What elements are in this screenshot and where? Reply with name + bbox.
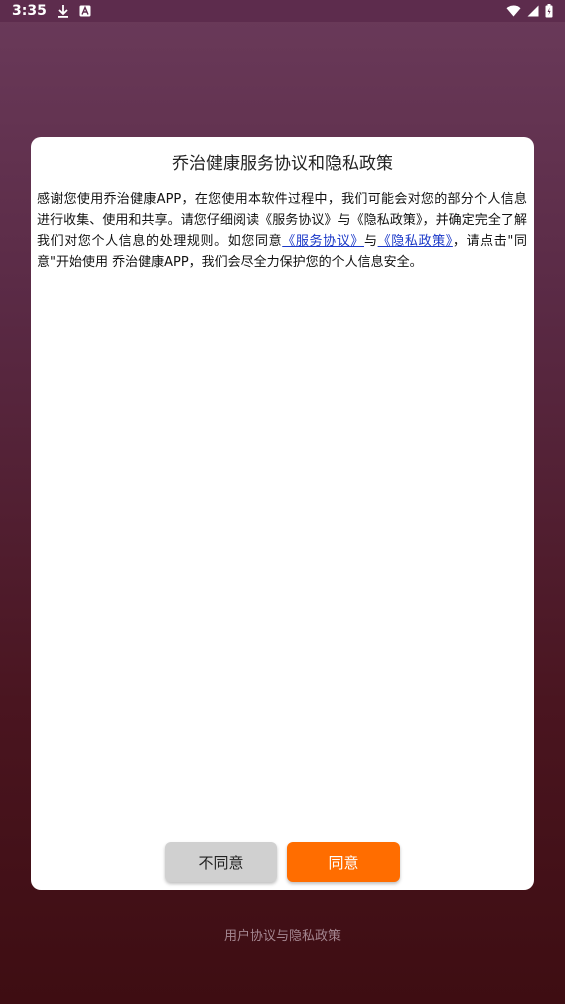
signal-icon xyxy=(527,5,539,17)
status-left: 3:35 xyxy=(12,3,91,19)
dialog-body-text: 感谢您使用乔治健康APP，在您使用本软件过程中，我们可能会对您的部分个人信息进行… xyxy=(37,189,527,273)
privacy-policy-link[interactable]: 《隐私政策》 xyxy=(378,234,453,249)
status-bar: 3:35 xyxy=(0,0,565,22)
a-badge-icon xyxy=(79,5,91,17)
service-agreement-link[interactable]: 《服务协议》 xyxy=(282,234,364,249)
agreement-dialog: 乔治健康服务协议和隐私政策 感谢您使用乔治健康APP，在您使用本软件过程中，我们… xyxy=(31,137,534,890)
status-time: 3:35 xyxy=(12,3,47,19)
status-right xyxy=(506,4,553,18)
dialog-title: 乔治健康服务协议和隐私政策 xyxy=(172,154,393,174)
battery-icon xyxy=(545,4,553,18)
agree-button[interactable]: 同意 xyxy=(287,842,400,882)
download-icon xyxy=(57,4,69,18)
wifi-icon xyxy=(506,5,521,17)
disagree-button[interactable]: 不同意 xyxy=(165,842,277,882)
body-text-connector: 与 xyxy=(363,234,378,249)
footer-agreement-link[interactable]: 用户协议与隐私政策 xyxy=(0,925,565,944)
